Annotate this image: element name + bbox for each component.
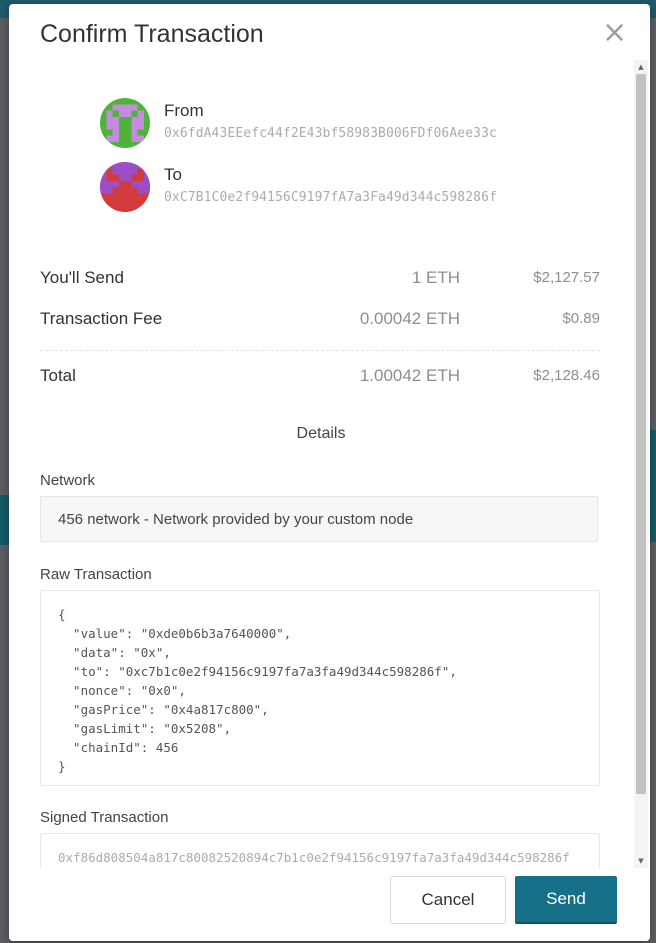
network-label: Network [40,472,96,489]
to-label: To [164,165,182,184]
modal-body[interactable]: From 0x6fdA43EEefc44f2E43bf58983B006FDf0… [9,60,633,868]
raw-transaction-field[interactable]: { "value": "0xde0b6b3a7640000", "data": … [40,590,600,786]
fee-row: Transaction Fee 0.00042 ETH $0.89 [40,309,600,333]
send-amount: 1 ETH [411,268,460,287]
cancel-button[interactable]: Cancel [390,876,506,924]
modal-title: Confirm Transaction [40,20,264,48]
modal-footer: Cancel Send [9,868,650,941]
close-icon[interactable]: × [602,18,627,48]
scrollbar[interactable]: ▲ ▼ [634,60,648,868]
scroll-up-arrow-icon[interactable]: ▲ [634,60,648,74]
details-heading: Details [296,425,346,442]
network-field[interactable]: 456 network - Network provided by your c… [40,496,598,542]
to-address: 0xC7B1C0e2f94156C9197fA7a3Fa49d344c59828… [164,190,497,205]
scrollbar-thumb[interactable] [636,74,646,794]
total-amount: 1.00042 ETH [359,366,460,385]
summary-divider [40,350,600,351]
fee-amount: 0.00042 ETH [359,309,460,328]
total-label: Total [40,366,76,385]
send-row: You'll Send 1 ETH $2,127.57 [40,268,600,292]
total-usd: $2,128.46 [533,367,600,384]
confirm-transaction-modal: Confirm Transaction × From 0x6fdA43EEefc… [9,4,650,941]
fee-label: Transaction Fee [40,309,163,328]
send-label: You'll Send [40,268,124,287]
send-usd: $2,127.57 [533,269,600,286]
total-row: Total 1.00042 ETH $2,128.46 [40,366,600,390]
background-app-band [650,430,656,542]
from-address: 0x6fdA43EEefc44f2E43bf58983B006FDf06Aee3… [164,126,497,141]
from-label: From [164,101,204,120]
fee-usd: $0.89 [562,310,600,327]
to-party: To 0xC7B1C0e2f94156C9197fA7a3Fa49d344c59… [100,160,620,216]
signed-transaction-field[interactable]: 0xf86d808504a817c80082520894c7b1c0e2f941… [40,833,600,868]
to-avatar [100,162,150,212]
signed-transaction-label: Signed Transaction [40,809,169,826]
raw-transaction-label: Raw Transaction [40,566,152,583]
from-avatar [100,98,150,148]
from-party: From 0x6fdA43EEefc44f2E43bf58983B006FDf0… [100,96,620,152]
send-button[interactable]: Send [515,876,617,924]
scroll-down-arrow-icon[interactable]: ▼ [634,854,648,868]
